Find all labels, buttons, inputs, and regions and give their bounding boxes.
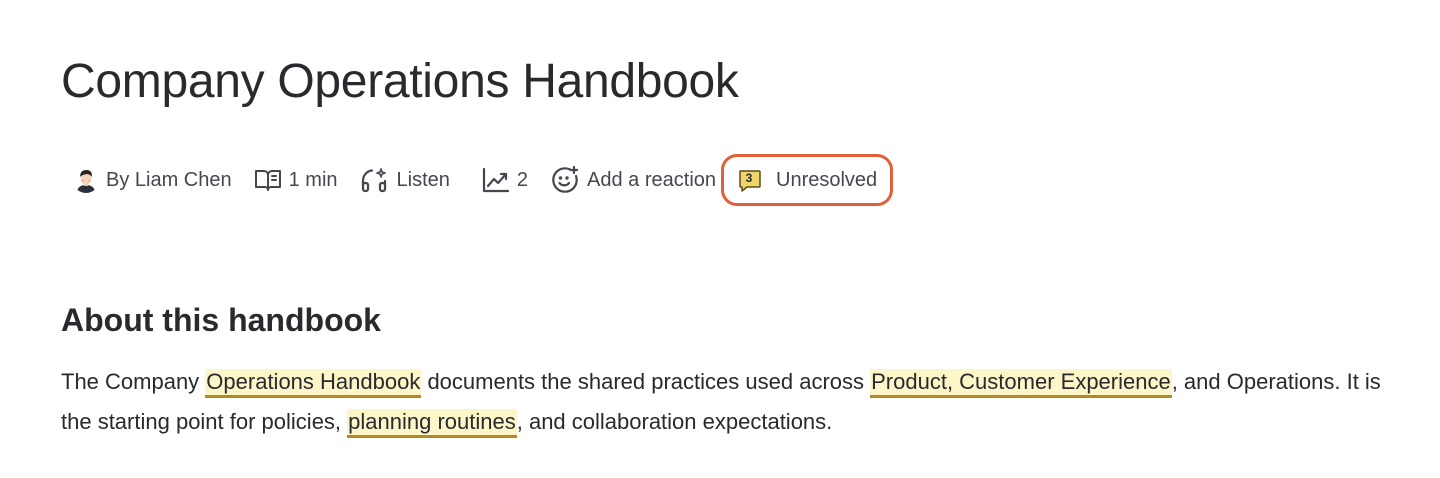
section-heading: About this handbook [61,302,381,338]
listen-label: Listen [396,168,450,191]
trending-up-icon [482,167,510,193]
unresolved-comments-button[interactable]: 3 Unresolved [721,154,894,206]
page-analytics[interactable]: 2 [482,167,528,193]
page-title: Company Operations Handbook [61,55,739,108]
listen-button[interactable]: Listen [360,166,450,194]
read-time: 1 min [254,167,338,193]
paragraph-text: , and collaboration expectations. [516,409,833,434]
book-open-icon [254,167,282,193]
section-paragraph: The Company Operations Handbook document… [61,362,1391,442]
read-time-label: 1 min [288,168,338,191]
unresolved-count: 3 [745,171,753,185]
byline-bar: By Liam Chen 1 min Listen 2 Add a reacti… [73,154,894,206]
highlighted-comment-product-cx[interactable]: Product, Customer Experience [870,369,1172,398]
highlighted-comment-operations-handbook[interactable]: Operations Handbook [205,369,422,398]
paragraph-text: documents the shared practices used acro… [421,369,871,394]
paragraph-text: The Company [61,369,206,394]
highlighted-comment-planning-routines[interactable]: planning routines [347,409,517,438]
comment-count-icon: 3 [738,168,762,192]
headphones-sparkle-icon [360,166,390,194]
add-reaction-label: Add a reaction [587,168,717,191]
author-avatar [73,167,99,193]
author-name: By Liam Chen [106,168,232,191]
unresolved-label: Unresolved [776,168,878,191]
emoji-add-icon [550,165,580,195]
views-count: 2 [516,168,529,191]
add-reaction-button[interactable]: Add a reaction [550,165,716,195]
author-byline[interactable]: By Liam Chen [73,167,232,193]
